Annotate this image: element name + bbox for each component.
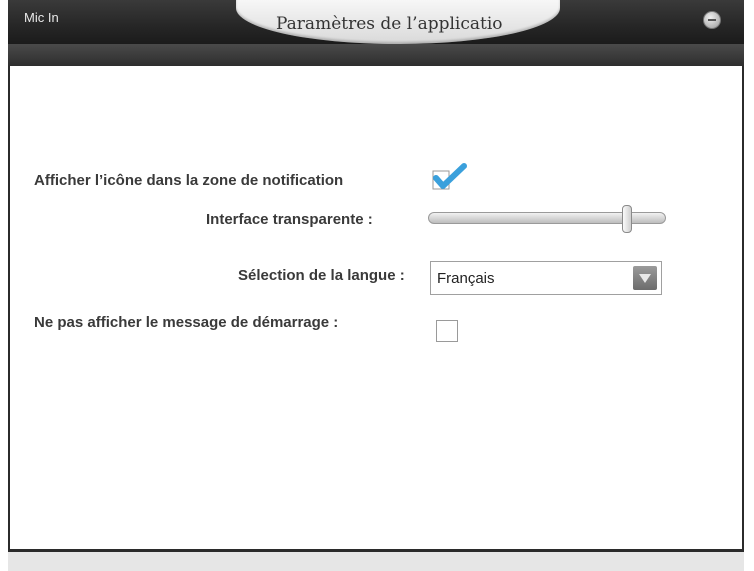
source-label: Mic In	[24, 10, 59, 25]
tray-icon-label: Afficher l’icône dans la zone de notific…	[34, 172, 344, 189]
language-select[interactable]: Français	[430, 261, 662, 295]
transparency-label: Interface transparente :	[206, 211, 373, 228]
tray-icon-checkbox[interactable]	[430, 162, 470, 192]
help-icon[interactable]	[703, 11, 721, 29]
chevron-down-icon[interactable]	[633, 266, 657, 290]
bottom-strip	[8, 552, 744, 571]
settings-panel	[8, 66, 744, 552]
settings-window: Mic In Paramètres de l’applicatio Affich…	[0, 0, 754, 571]
transparency-slider-thumb[interactable]	[621, 205, 632, 233]
startup-message-label: Ne pas afficher le message de démarrage …	[34, 314, 339, 331]
window-title: Paramètres de l’applicatio	[276, 14, 503, 34]
startup-message-checkbox[interactable]	[436, 320, 458, 342]
language-label: Sélection de la langue :	[238, 267, 405, 284]
language-select-value: Français	[437, 270, 495, 287]
title-bar-bottom	[8, 44, 744, 66]
